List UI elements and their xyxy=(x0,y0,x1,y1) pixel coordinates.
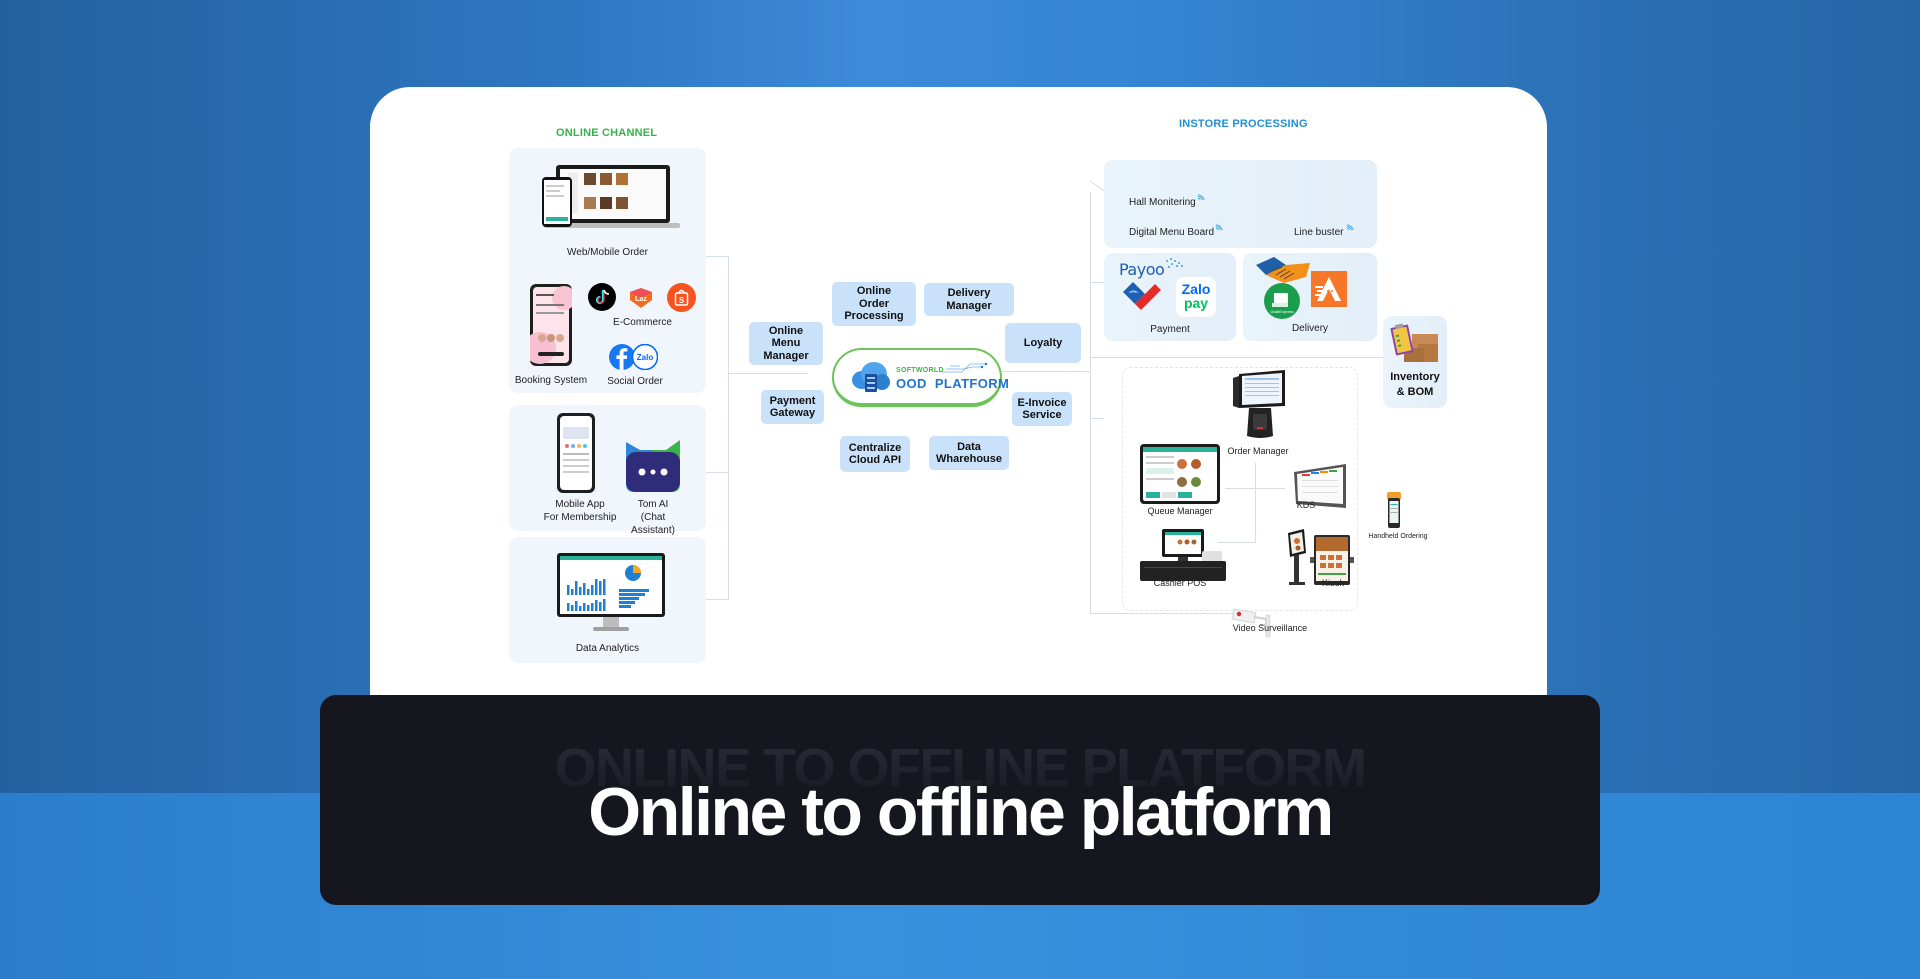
payoo-logo: Payoo xyxy=(1119,260,1165,279)
module-payment-gateway: Payment Gateway xyxy=(761,390,824,424)
connector-line xyxy=(1090,418,1104,419)
zalopay-logo-pay: pay xyxy=(1183,295,1209,311)
connector-line xyxy=(706,472,728,473)
booking-system-label: Booking System xyxy=(514,375,588,386)
mobile-app-label-line2: For Membership xyxy=(543,512,617,523)
line-buster-item: Line buster xyxy=(1294,224,1355,239)
laptop-phone-icon xyxy=(542,163,682,233)
social-order-label: Social Order xyxy=(607,376,663,387)
cashier-pos-device-icon xyxy=(1140,529,1226,581)
ahamove-icon xyxy=(1311,271,1347,307)
platform-name: OOD PLATFORM xyxy=(896,376,1010,391)
digital-menu-board-label: Digital Menu Board xyxy=(1129,227,1215,238)
module-delivery-manager: Delivery Manager xyxy=(924,283,1014,316)
circuit-lines-icon xyxy=(942,360,988,374)
tom-ai-label-line3: Assistant) xyxy=(631,525,675,536)
module-data-warehouse: Data Wharehouse xyxy=(929,436,1009,470)
line-buster-label: Line buster xyxy=(1294,227,1344,238)
module-loyalty: Loyalty xyxy=(1005,323,1081,363)
hall-monitoring-item: Hall Monitering xyxy=(1129,194,1206,209)
tom-ai-label-line2: (Chat xyxy=(640,512,666,523)
module-online-menu-manager: Online Menu Manager xyxy=(749,322,823,365)
inventory-bom-label: Inventory & BOM xyxy=(1390,371,1440,398)
queue-manager-device-icon xyxy=(1140,444,1220,504)
connector-line xyxy=(1255,463,1256,543)
zalopay-logo-zalo: Zalo xyxy=(1181,281,1211,297)
handheld-device-icon xyxy=(1386,492,1402,528)
tom-ai-bot-icon xyxy=(624,438,682,492)
vnpay-icon xyxy=(1121,280,1163,312)
video-surveillance-label: Video Surveillance xyxy=(1232,623,1308,633)
shopee-icon: S xyxy=(667,283,696,312)
zalo-icon: Zalo xyxy=(632,344,658,370)
module-centralize-cloud-api: Centralize Cloud API xyxy=(840,436,910,472)
module-e-invoice-service: E-Invoice Service xyxy=(1012,392,1072,426)
svg-text:Zalo: Zalo xyxy=(637,353,654,362)
instore-processing-title: INSTORE PROCESSING xyxy=(1179,118,1308,130)
ood-platform-badge: SOFTWORLD OOD PLATFORM xyxy=(832,348,1009,407)
handheld-ordering-label: Handheld Ordering xyxy=(1368,533,1428,540)
tom-ai-label: Tom AI (Chat Assistant) xyxy=(613,498,693,537)
connector-line xyxy=(1090,192,1091,614)
tiktok-icon xyxy=(588,283,616,311)
module-online-order-processing: Online Order Processing xyxy=(832,282,916,326)
queue-manager-label: Queue Manager xyxy=(1147,506,1213,516)
payment-label: Payment xyxy=(1150,324,1190,335)
connector-line xyxy=(728,256,729,600)
wireless-signal-icon xyxy=(1215,224,1223,231)
membership-phone-icon xyxy=(557,413,595,493)
connector-line xyxy=(728,373,808,374)
kiosk-label: Kiosk xyxy=(1321,578,1344,588)
analytics-monitor-icon xyxy=(557,553,665,635)
connector-line xyxy=(1002,371,1080,372)
connector-line xyxy=(1090,357,1417,358)
booking-phone-icon xyxy=(530,284,572,366)
connector-line xyxy=(706,256,728,257)
connector-line xyxy=(1090,181,1104,193)
web-mobile-order-label: Web/Mobile Order xyxy=(567,247,648,258)
order-manager-device-icon xyxy=(1231,370,1287,440)
online-channel-title: ONLINE CHANNEL xyxy=(556,127,658,139)
connector-line xyxy=(1080,371,1090,372)
cashier-pos-label: Cashier POS xyxy=(1153,578,1207,588)
hall-monitoring-label: Hall Monitering xyxy=(1129,197,1196,208)
connector-line xyxy=(1090,282,1104,283)
mobile-app-label-line1: Mobile App xyxy=(555,499,605,510)
connector-line xyxy=(1090,613,1240,614)
svg-text:S: S xyxy=(679,296,685,305)
platform-brand: SOFTWORLD xyxy=(896,367,944,374)
banner-title: Online to offline platform xyxy=(588,774,1334,850)
digital-menu-board-item: Digital Menu Board xyxy=(1129,224,1224,239)
zalopay-logo: Zalo pay xyxy=(1176,277,1216,317)
grabexpress-icon: GrabExpress xyxy=(1264,283,1300,319)
delivery-label: Delivery xyxy=(1291,323,1329,334)
payoo-sparkle-icon xyxy=(1163,257,1185,271)
connector-line xyxy=(706,599,728,600)
wireless-signal-icon xyxy=(1197,194,1205,201)
kds-label: KDS xyxy=(1296,500,1316,510)
svg-text:GrabExpress: GrabExpress xyxy=(1270,309,1293,314)
diagram-card: ONLINE CHANNEL Web/Mobile Order Booking … xyxy=(370,87,1547,727)
lazada-icon: Laz xyxy=(628,286,654,310)
delivery-partner-logo-icon xyxy=(1256,255,1312,283)
order-manager-label: Order Manager xyxy=(1227,446,1289,456)
wireless-signal-icon xyxy=(1347,224,1355,231)
inventory-boxes-icon xyxy=(1390,322,1440,364)
tom-ai-label-line1: Tom AI xyxy=(637,499,669,510)
data-analytics-label: Data Analytics xyxy=(575,643,640,654)
svg-text:Laz: Laz xyxy=(635,296,647,303)
e-commerce-label: E-Commerce xyxy=(613,317,672,328)
cloud-server-icon xyxy=(850,360,890,394)
title-banner: ONLINE TO OFFLINE PLATFORM Online to off… xyxy=(320,695,1600,905)
